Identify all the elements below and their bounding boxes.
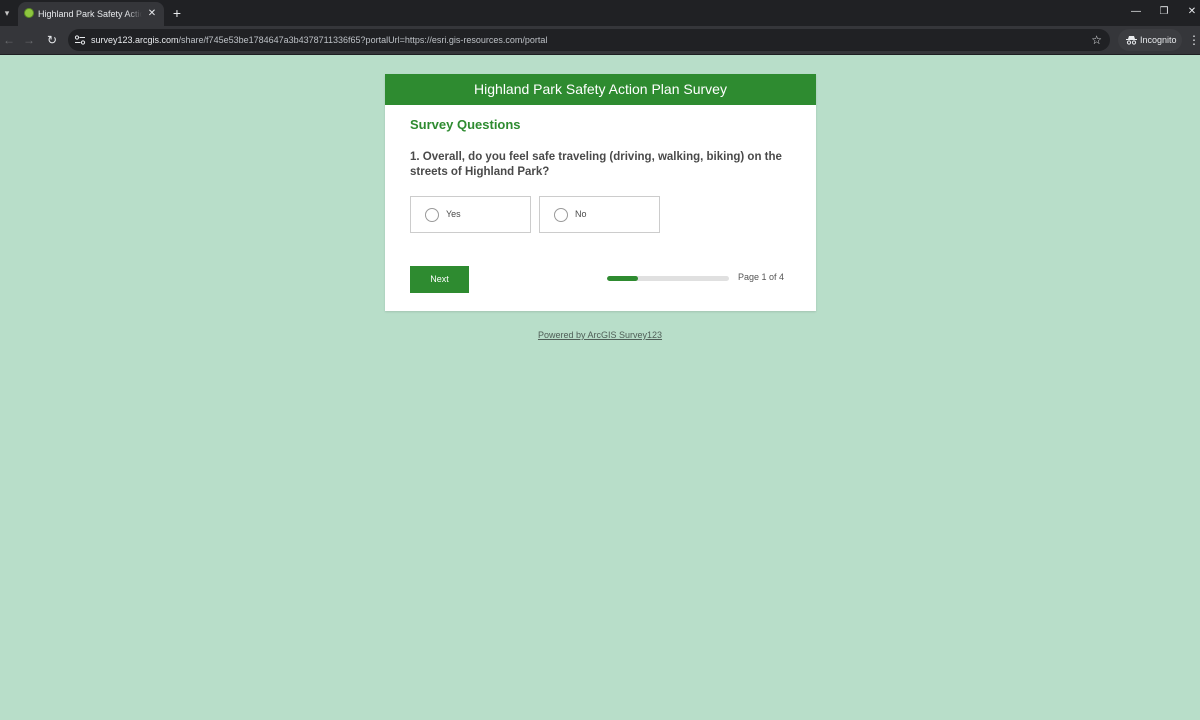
url-host: survey123.arcgis.com (91, 35, 179, 45)
section-title: Survey Questions (410, 117, 521, 132)
bookmark-star-icon[interactable]: ☆ (1091, 29, 1102, 51)
survey-card: Highland Park Safety Action Plan Survey … (385, 74, 816, 311)
survey123-favicon-icon (24, 8, 34, 18)
tab-close-icon[interactable]: ✕ (146, 2, 158, 26)
browser-tabstrip: ▾ Highland Park Safety Action Plan Surve… (0, 0, 1200, 26)
url-text: survey123.arcgis.com/share/f745e53be1784… (91, 29, 547, 51)
survey-title: Highland Park Safety Action Plan Survey (385, 74, 816, 105)
restore-icon[interactable]: ❐ (1154, 2, 1174, 22)
incognito-icon (1126, 36, 1137, 45)
back-icon[interactable]: ← (0, 30, 18, 50)
page-indicator: Page 1 of 4 (738, 272, 785, 282)
site-info-icon[interactable] (74, 34, 86, 46)
new-tab-button[interactable]: + (170, 3, 184, 23)
progress-fill (607, 276, 638, 281)
incognito-badge[interactable]: Incognito (1118, 29, 1182, 51)
tab-title: Highland Park Safety Action Plan Survey (38, 9, 142, 19)
radio-button-icon[interactable] (425, 208, 439, 222)
choice-no[interactable]: No (539, 196, 660, 233)
powered-by-link[interactable]: Powered by ArcGIS Survey123 (0, 330, 1200, 340)
choice-label: Yes (446, 209, 461, 219)
browser-tab[interactable]: Highland Park Safety Action Plan Survey … (18, 2, 164, 26)
incognito-label: Incognito (1140, 35, 1177, 45)
browser-menu-icon[interactable]: ⋮ (1188, 30, 1200, 50)
choice-yes[interactable]: Yes (410, 196, 531, 233)
next-button[interactable]: Next (410, 266, 469, 293)
url-path: /share/f745e53be1784647a3b4378711336f65?… (178, 35, 548, 45)
address-bar[interactable]: survey123.arcgis.com/share/f745e53be1784… (68, 29, 1110, 51)
question-text: 1. Overall, do you feel safe traveling (… (410, 151, 782, 178)
choice-label: No (575, 209, 587, 219)
reload-icon[interactable]: ↻ (43, 30, 61, 50)
tab-list-button[interactable]: ▾ (0, 2, 14, 24)
minimize-icon[interactable]: — (1126, 2, 1146, 22)
progress-bar (607, 276, 729, 281)
window-close-icon[interactable]: ✕ (1182, 2, 1200, 22)
browser-toolbar: ← → ↻ survey123.arcgis.com/share/f745e53… (0, 26, 1200, 55)
forward-icon[interactable]: → (20, 30, 38, 50)
radio-button-icon[interactable] (554, 208, 568, 222)
